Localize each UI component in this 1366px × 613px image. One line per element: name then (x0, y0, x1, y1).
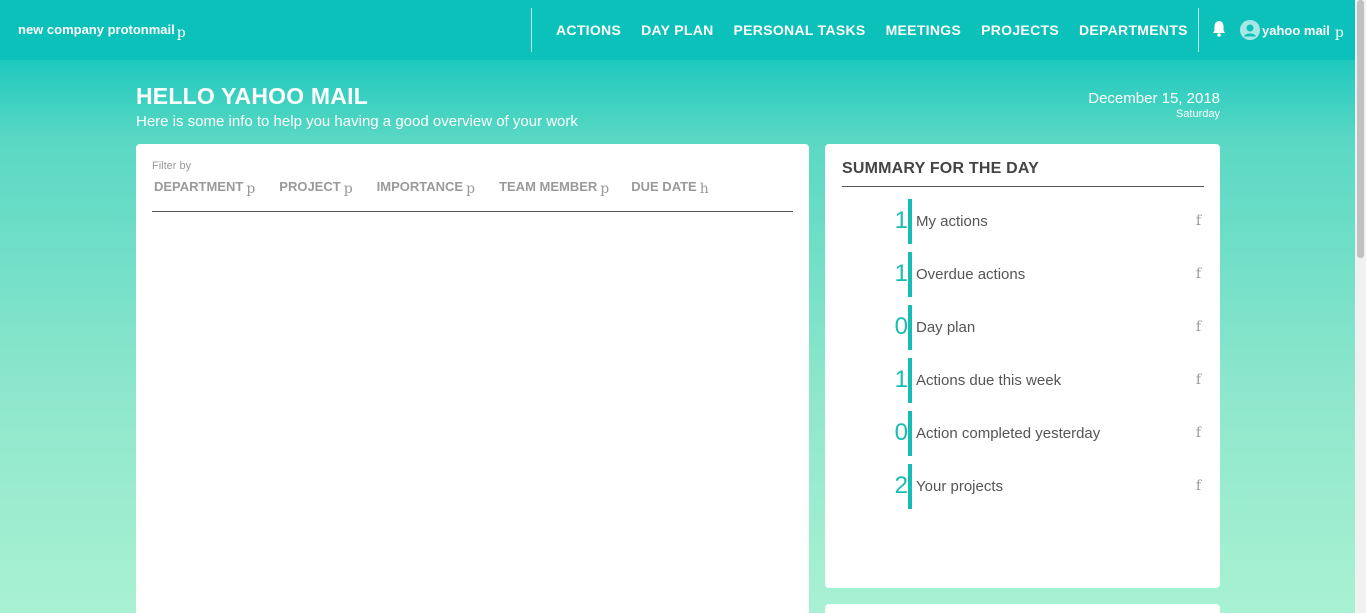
nav-meetings[interactable]: MEETINGS (886, 22, 962, 38)
nav-actions[interactable]: ACTIONS (556, 22, 621, 38)
summary-label: Overdue actions (916, 266, 1026, 283)
summary-label: Your projects (916, 478, 1003, 495)
accent-bar (908, 411, 912, 456)
accent-bar (908, 199, 912, 244)
dropdown-icon: p (466, 181, 476, 197)
summary-label: Actions due this week (916, 372, 1062, 389)
accent-bar (908, 358, 912, 403)
top-navigation-bar: new company protonmail p ACTIONS DAY PLAN… (0, 0, 1355, 60)
company-dropdown-icon: p (176, 25, 186, 41)
greeting: HELLO YAHOO MAIL Here is some info to he… (136, 83, 578, 130)
dropdown-icon: p (246, 181, 256, 197)
summary-item-your-projects[interactable]: 2 Your projects f (825, 464, 1220, 509)
company-switcher[interactable]: new company protonmail p (18, 22, 186, 41)
filter-team-member[interactable]: TEAM MEMBER p (499, 179, 610, 197)
summary-item-overdue-actions[interactable]: 1 Overdue actions f (825, 252, 1220, 297)
summary-count: 2 (894, 472, 908, 499)
page-title: HELLO YAHOO MAIL (136, 83, 368, 109)
filter-importance-label: IMPORTANCE (376, 179, 464, 194)
filter-divider (152, 211, 793, 212)
filter-due-date[interactable]: DUE DATE h (631, 179, 709, 197)
arrow-icon: f (1195, 478, 1201, 494)
nav-divider-left (531, 8, 532, 52)
summary-label: My actions (916, 213, 988, 230)
summary-divider (842, 186, 1204, 187)
accent-bar (908, 464, 912, 509)
filter-importance[interactable]: IMPORTANCE p (376, 179, 476, 197)
summary-item-day-plan[interactable]: 0 Day plan f (825, 305, 1220, 350)
summary-count: 1 (894, 207, 908, 234)
current-weekday: Saturday (1175, 108, 1220, 120)
avatar-icon (1240, 20, 1260, 40)
dropdown-icon: p (600, 181, 610, 197)
filter-project-label: PROJECT (279, 179, 341, 194)
arrow-icon: f (1195, 266, 1201, 282)
sort-icon: h (699, 181, 709, 197)
summary-label: Day plan (916, 319, 976, 336)
user-dropdown-icon: p (1334, 25, 1344, 41)
nav-day-plan[interactable]: DAY PLAN (641, 22, 713, 38)
arrow-icon: f (1195, 213, 1201, 229)
page-scrollbar[interactable] (1355, 0, 1366, 613)
main-nav: ACTIONS DAY PLAN PERSONAL TASKS MEETINGS… (556, 22, 1208, 38)
user-name: yahoo mail (1262, 22, 1330, 38)
secondary-panel (825, 604, 1220, 613)
filter-project[interactable]: PROJECT p (279, 179, 353, 197)
nav-personal-tasks[interactable]: PERSONAL TASKS (734, 22, 866, 38)
company-name: new company protonmail (18, 22, 175, 37)
arrow-icon: f (1195, 372, 1201, 388)
filter-bar: DEPARTMENT p PROJECT p IMPORTANCE p TEAM ME… (154, 179, 709, 197)
summary-count: 0 (894, 419, 908, 446)
summary-label: Action completed yesterday (916, 425, 1101, 442)
summary-item-my-actions[interactable]: 1 My actions f (825, 199, 1220, 244)
summary-item-actions-due-this-week[interactable]: 1 Actions due this week f (825, 358, 1220, 403)
current-date: December 15, 2018 (1088, 90, 1220, 107)
date-display: December 15, 2018 Saturday (1088, 90, 1220, 120)
bell-icon[interactable] (1211, 20, 1227, 38)
filter-department-label: DEPARTMENT (154, 179, 244, 194)
summary-title: SUMMARY FOR THE DAY (842, 160, 1040, 177)
summary-count: 0 (894, 313, 908, 340)
accent-bar (908, 305, 912, 350)
user-menu[interactable]: yahoo mail p (1240, 20, 1344, 41)
summary-item-action-completed-yesterday[interactable]: 0 Action completed yesterday f (825, 411, 1220, 456)
summary-panel: SUMMARY FOR THE DAY 1 My actions f 1 Ove… (825, 144, 1220, 588)
filter-team-member-label: TEAM MEMBER (499, 179, 598, 194)
arrow-icon: f (1195, 319, 1201, 335)
filter-panel: Filter by DEPARTMENT p PROJECT p IMPORTANC… (136, 144, 809, 613)
page-subtitle: Here is some info to help you having a g… (136, 113, 578, 130)
summary-count: 1 (894, 260, 908, 287)
accent-bar (908, 252, 912, 297)
summary-list: 1 My actions f 1 Overdue actions f 0 Day… (825, 199, 1220, 517)
filter-due-date-label: DUE DATE (631, 179, 697, 194)
nav-departments[interactable]: DEPARTMENTS (1079, 22, 1188, 38)
filter-department[interactable]: DEPARTMENT p (154, 179, 256, 197)
summary-count: 1 (894, 366, 908, 393)
nav-divider-right (1198, 8, 1199, 52)
arrow-icon: f (1195, 425, 1201, 441)
filter-label: Filter by (152, 160, 192, 172)
dropdown-icon: p (343, 181, 353, 197)
nav-projects[interactable]: PROJECTS (981, 22, 1059, 38)
scrollbar-thumb[interactable] (1357, 0, 1364, 258)
